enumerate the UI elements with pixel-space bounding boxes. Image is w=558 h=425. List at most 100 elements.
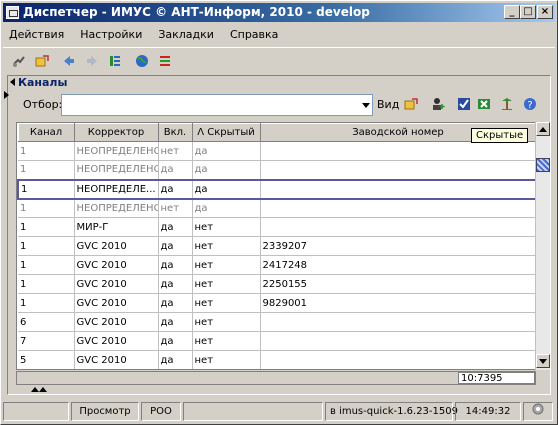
columns-button[interactable] bbox=[105, 51, 125, 71]
channels-table: Канал Корректор Вкл. Λ Скрытый Заводской… bbox=[16, 122, 536, 370]
cell-channel: 7 bbox=[18, 331, 75, 351]
cell-enabled: да bbox=[158, 274, 193, 294]
minimize-button[interactable]: _ bbox=[504, 5, 520, 19]
cell-enabled: да bbox=[158, 236, 193, 256]
cell-corrector: НЕОПРЕДЕЛЕ... bbox=[74, 178, 159, 200]
checkbox-icon[interactable] bbox=[457, 97, 471, 111]
table-row[interactable]: 1 GVC 2010 да нет 2417248 bbox=[18, 255, 535, 275]
cell-channel: 1 bbox=[18, 217, 75, 237]
cell-hidden: нет bbox=[192, 236, 261, 256]
cell-channel: 1 bbox=[18, 160, 75, 180]
cell-channel: 5 bbox=[18, 350, 75, 369]
column-header-corrector[interactable]: Корректор bbox=[73, 123, 159, 142]
connect-icon bbox=[13, 55, 25, 67]
cell-enabled: да bbox=[158, 350, 193, 369]
tree-icon[interactable] bbox=[500, 97, 514, 111]
position-readout: 10:7395 bbox=[458, 372, 535, 384]
table-row[interactable]: 6 GVC 2010 да нет bbox=[18, 312, 535, 332]
cell-enabled: нет bbox=[158, 198, 193, 218]
status-time: 14:49:32 bbox=[455, 402, 521, 421]
user-add-icon[interactable] bbox=[431, 97, 445, 111]
back-button[interactable] bbox=[59, 51, 79, 71]
vertical-scrollbar[interactable] bbox=[535, 122, 550, 370]
chevron-down-icon[interactable] bbox=[360, 96, 372, 114]
cell-serial bbox=[260, 217, 535, 237]
cell-serial bbox=[260, 312, 535, 332]
column-header-hidden[interactable]: Λ Скрытый bbox=[191, 123, 261, 142]
forward-icon bbox=[87, 55, 97, 66]
columns-icon bbox=[110, 55, 120, 66]
excel-icon[interactable] bbox=[477, 97, 491, 111]
table-row[interactable]: 1 НЕОПРЕДЕЛЕНО да да bbox=[18, 160, 535, 180]
menu-actions[interactable]: Действия bbox=[9, 28, 64, 41]
table-row[interactable]: 1 НЕОПРЕДЕЛЕ... да да bbox=[17, 178, 535, 200]
panel-title[interactable]: Каналы bbox=[10, 76, 67, 89]
globe-button[interactable] bbox=[132, 51, 152, 71]
forward-button[interactable] bbox=[82, 51, 102, 71]
cell-hidden: да bbox=[192, 178, 261, 200]
status-indicator bbox=[523, 402, 553, 421]
table-row[interactable]: 5 GVC 2010 да нет bbox=[18, 350, 535, 369]
cell-hidden: да bbox=[192, 141, 261, 161]
cell-hidden: нет bbox=[192, 217, 261, 237]
cell-enabled: да bbox=[158, 217, 193, 237]
grid-footer: 10:7395 bbox=[16, 371, 536, 385]
toolbar bbox=[3, 47, 555, 73]
cell-corrector: GVC 2010 bbox=[74, 274, 159, 294]
cell-serial: 2339207 bbox=[260, 236, 535, 256]
status-indicator-icon bbox=[532, 403, 544, 415]
table-row[interactable]: 7 GVC 2010 да нет bbox=[18, 331, 535, 351]
cell-enabled: да bbox=[158, 312, 193, 332]
table-row[interactable]: 1 GVC 2010 да нет 2339207 bbox=[18, 236, 535, 256]
flag-button[interactable] bbox=[155, 51, 175, 71]
cell-corrector: НЕОПРЕДЕЛЕНО bbox=[74, 141, 159, 161]
cell-corrector: GVC 2010 bbox=[74, 350, 159, 369]
cell-serial: 2250155 bbox=[260, 274, 535, 294]
column-header-channel[interactable]: Канал bbox=[17, 123, 75, 142]
cell-channel: 1 bbox=[17, 178, 75, 200]
help-icon[interactable]: ? bbox=[523, 97, 537, 111]
menu-bar: Действия Настройки Закладки Справка bbox=[3, 24, 555, 44]
cell-serial bbox=[260, 178, 535, 200]
refresh-button[interactable] bbox=[32, 51, 52, 71]
hidden-tooltip: Скрытые bbox=[471, 128, 529, 143]
cell-enabled: нет bbox=[158, 141, 193, 161]
scroll-thumb[interactable] bbox=[536, 158, 550, 172]
cell-corrector: GVC 2010 bbox=[74, 331, 159, 351]
cell-channel: 1 bbox=[18, 198, 75, 218]
cell-enabled: да bbox=[158, 178, 193, 200]
menu-help[interactable]: Справка bbox=[230, 28, 278, 41]
scroll-up-button[interactable] bbox=[536, 122, 550, 136]
table-row[interactable]: 1 НЕОПРЕДЕЛЕНО нет да bbox=[18, 198, 535, 218]
status-view: Просмотр bbox=[71, 402, 139, 421]
cell-enabled: да bbox=[158, 255, 193, 275]
table-row[interactable]: 1 GVC 2010 да нет 2250155 bbox=[18, 274, 535, 294]
cell-corrector: GVC 2010 bbox=[74, 312, 159, 332]
table-row[interactable]: 1 НЕОПРЕДЕЛЕНО нет да bbox=[18, 141, 535, 161]
cell-hidden: нет bbox=[192, 255, 261, 275]
status-panel-blank bbox=[183, 402, 323, 421]
refresh-icon[interactable] bbox=[404, 97, 418, 111]
menu-bookmarks[interactable]: Закладки bbox=[158, 28, 214, 41]
menu-settings[interactable]: Настройки bbox=[80, 28, 142, 41]
cell-channel: 1 bbox=[18, 236, 75, 256]
close-button[interactable]: × bbox=[537, 5, 553, 19]
cell-corrector: GVC 2010 bbox=[74, 293, 159, 313]
cell-hidden: нет bbox=[192, 312, 261, 332]
collapse-arrow-icon[interactable] bbox=[4, 91, 9, 99]
table-row[interactable]: 1 GVC 2010 да нет 9829001 bbox=[18, 293, 535, 313]
main-window: Диспетчер - ИМУС © АНТ-Информ, 2010 - de… bbox=[0, 0, 558, 425]
app-icon bbox=[6, 6, 19, 19]
column-header-enabled[interactable]: Вкл. bbox=[157, 123, 193, 142]
splitter-arrows-icon[interactable] bbox=[31, 387, 51, 395]
scroll-down-button[interactable] bbox=[536, 354, 550, 368]
filter-input[interactable] bbox=[61, 94, 373, 116]
status-bar: Просмотр РОО в imus-quick-1.6.23-1509 14… bbox=[3, 400, 555, 422]
maximize-button[interactable]: □ bbox=[520, 5, 536, 19]
status-mode: РОО bbox=[141, 402, 181, 421]
cell-channel: 1 bbox=[18, 255, 75, 275]
connect-button[interactable] bbox=[9, 51, 29, 71]
title-bar[interactable]: Диспетчер - ИМУС © АНТ-Информ, 2010 - de… bbox=[3, 3, 555, 22]
refresh-icon bbox=[35, 54, 49, 66]
table-row[interactable]: 1 МИР-Г да нет bbox=[18, 217, 535, 237]
